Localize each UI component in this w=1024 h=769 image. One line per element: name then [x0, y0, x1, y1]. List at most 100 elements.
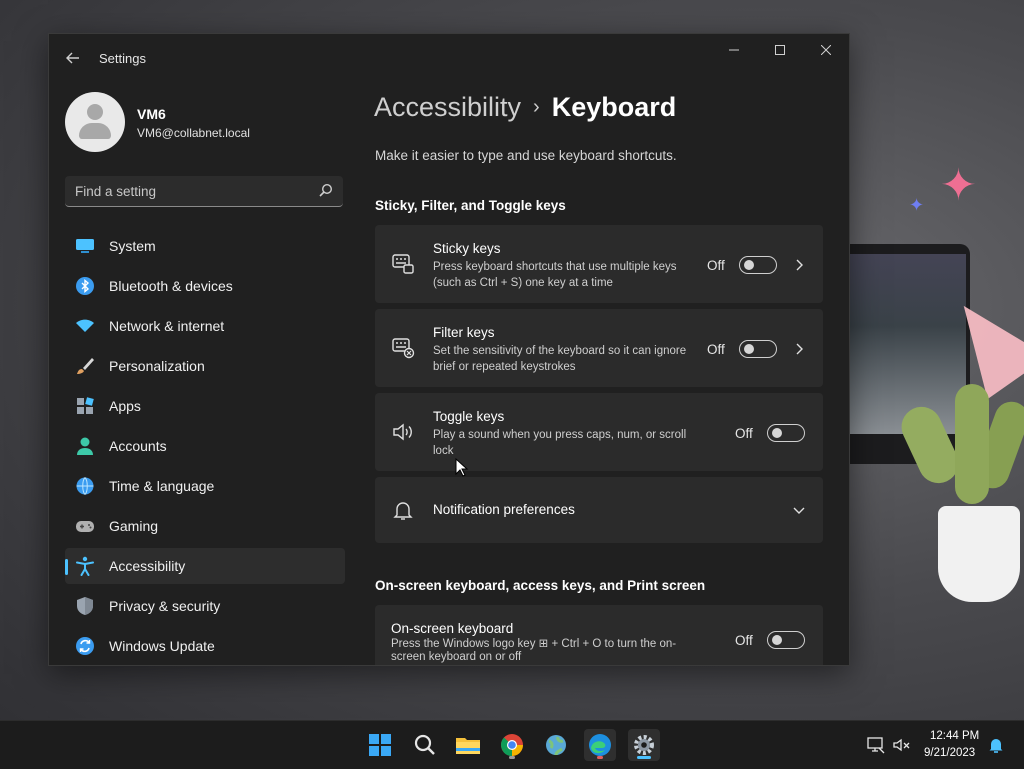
back-button[interactable]	[61, 46, 85, 70]
avatar[interactable]	[65, 92, 125, 152]
breadcrumb: Accessibility › Keyboard	[374, 92, 676, 123]
toggle-state-label: Off	[735, 633, 753, 648]
taskbar-search-button[interactable]	[408, 729, 440, 761]
maximize-icon	[775, 45, 785, 55]
title-bar: Settings	[49, 34, 849, 82]
content-pane: Accessibility › Keyboard Make it easier to…	[359, 82, 849, 665]
toggle-knob	[744, 260, 754, 270]
start-button[interactable]	[364, 729, 396, 761]
sidebar-item-label: Network & internet	[109, 318, 225, 334]
minimize-icon	[729, 49, 739, 51]
toggle-keys-toggle[interactable]	[767, 424, 805, 442]
sidebar-item-label: Accounts	[109, 438, 167, 454]
settings-button[interactable]	[628, 729, 660, 761]
apps-icon	[77, 397, 94, 414]
mouse-cursor-icon	[455, 458, 469, 477]
network-globe-icon	[546, 735, 566, 756]
update-icon	[76, 637, 94, 655]
on-screen-keyboard-toggle[interactable]	[767, 631, 805, 649]
running-indicator	[509, 756, 515, 759]
toggle-keys-card[interactable]: Toggle keys Play a sound when you press …	[375, 393, 823, 471]
shield-icon	[77, 597, 93, 615]
sidebar-item-bluetooth-devices[interactable]: Bluetooth & devices	[65, 268, 345, 304]
toggle-state-label: Off	[707, 258, 725, 273]
sidebar-item-label: Personalization	[109, 358, 205, 374]
running-indicator	[637, 756, 651, 759]
sidebar-item-label: Accessibility	[109, 558, 186, 574]
sidebar-item-privacy-security[interactable]: Privacy & security	[65, 588, 345, 624]
sidebar-item-accounts[interactable]: Accounts	[65, 428, 345, 464]
filter-keys-toggle[interactable]	[739, 340, 777, 358]
close-icon	[820, 44, 832, 56]
sidebar-item-apps[interactable]: Apps	[65, 388, 345, 424]
page-title: Keyboard	[551, 92, 677, 122]
chevron-down-icon[interactable]	[791, 502, 807, 518]
sparkle-icon: ✦	[940, 161, 977, 210]
avatar-body	[79, 123, 111, 139]
bell-icon	[393, 502, 413, 520]
sticky-keys-card[interactable]: Sticky keys Press keyboard shortcuts tha…	[375, 225, 823, 303]
avatar-head	[87, 104, 103, 120]
on-screen-keyboard-card[interactable]: On-screen keyboard Press the Windows log…	[375, 605, 823, 665]
sidebar-item-label: System	[109, 238, 156, 254]
clock-time[interactable]: 12:44 PM	[930, 730, 979, 742]
chevron-right-icon[interactable]	[791, 341, 807, 357]
card-title: Notification preferences	[433, 502, 575, 517]
card-description: Press the Windows logo key ⊞ + Ctrl + O …	[391, 638, 677, 663]
start-icon	[369, 734, 391, 756]
maximize-button[interactable]	[757, 34, 803, 66]
arrow-left-icon	[66, 52, 79, 64]
minimize-button[interactable]	[711, 34, 757, 66]
card-description: Play a sound when you press caps, num, o…	[433, 429, 687, 457]
volume-muted-icon[interactable]	[892, 735, 912, 755]
taskbar: 12:44 PM 9/21/2023	[0, 720, 1024, 769]
bluetooth-icon	[76, 277, 94, 295]
clock-date[interactable]: 9/21/2023	[924, 747, 975, 759]
card-title: Filter keys	[433, 325, 495, 340]
search-icon	[414, 734, 435, 755]
sidebar-nav: System Bluetooth & devices Network & int…	[65, 228, 345, 665]
sidebar-item-personalization[interactable]: Personalization	[65, 348, 345, 384]
sidebar-item-network-internet[interactable]: Network & internet	[65, 308, 345, 344]
sticky-keys-toggle[interactable]	[739, 256, 777, 274]
toggle-state-label: Off	[707, 342, 725, 357]
sidebar-item-windows-update[interactable]: Windows Update	[65, 628, 345, 664]
globe-clock-icon	[76, 477, 94, 495]
close-button[interactable]	[803, 34, 849, 66]
breadcrumb-separator: ›	[533, 96, 540, 118]
sidebar-item-label: Bluetooth & devices	[109, 278, 233, 294]
sidebar-item-system[interactable]: System	[65, 228, 345, 264]
network-status-icon[interactable]	[866, 735, 886, 755]
filter-keys-card[interactable]: Filter keys Set the sensitivity of the k…	[375, 309, 823, 387]
wifi-icon	[76, 319, 94, 332]
running-indicator	[597, 756, 603, 759]
network-globe-button[interactable]	[540, 729, 572, 761]
search-input[interactable]	[65, 176, 325, 206]
section-heading: Sticky, Filter, and Toggle keys	[375, 198, 566, 213]
card-description: Press keyboard shortcuts that use multip…	[433, 261, 677, 289]
search-icon[interactable]	[319, 183, 333, 197]
file-explorer-icon	[456, 738, 480, 754]
window-title: Settings	[99, 51, 146, 66]
notification-preferences-card[interactable]: Notification preferences	[375, 477, 823, 543]
toggle-knob	[772, 635, 782, 645]
toggle-state-label: Off	[735, 426, 753, 441]
file-explorer-button[interactable]	[452, 729, 484, 761]
chevron-right-icon[interactable]	[791, 257, 807, 273]
user-name: VM6	[137, 106, 166, 122]
gamepad-icon	[76, 521, 94, 532]
card-title: Sticky keys	[433, 241, 501, 256]
notification-bell-icon[interactable]	[986, 735, 1006, 755]
sidebar-item-label: Apps	[109, 398, 141, 414]
sidebar-item-accessibility[interactable]: Accessibility	[65, 548, 345, 584]
search-box	[65, 176, 343, 207]
section-heading: On-screen keyboard, access keys, and Pri…	[375, 578, 706, 593]
speaker-icon	[393, 423, 412, 441]
user-email: VM6@collabnet.local	[137, 126, 250, 140]
chrome-button[interactable]	[496, 729, 528, 761]
edge-button[interactable]	[584, 729, 616, 761]
sidebar-item-time-language[interactable]: Time & language	[65, 468, 345, 504]
sidebar-item-gaming[interactable]: Gaming	[65, 508, 345, 544]
brush-icon	[77, 358, 94, 374]
breadcrumb-parent[interactable]: Accessibility	[374, 92, 521, 122]
